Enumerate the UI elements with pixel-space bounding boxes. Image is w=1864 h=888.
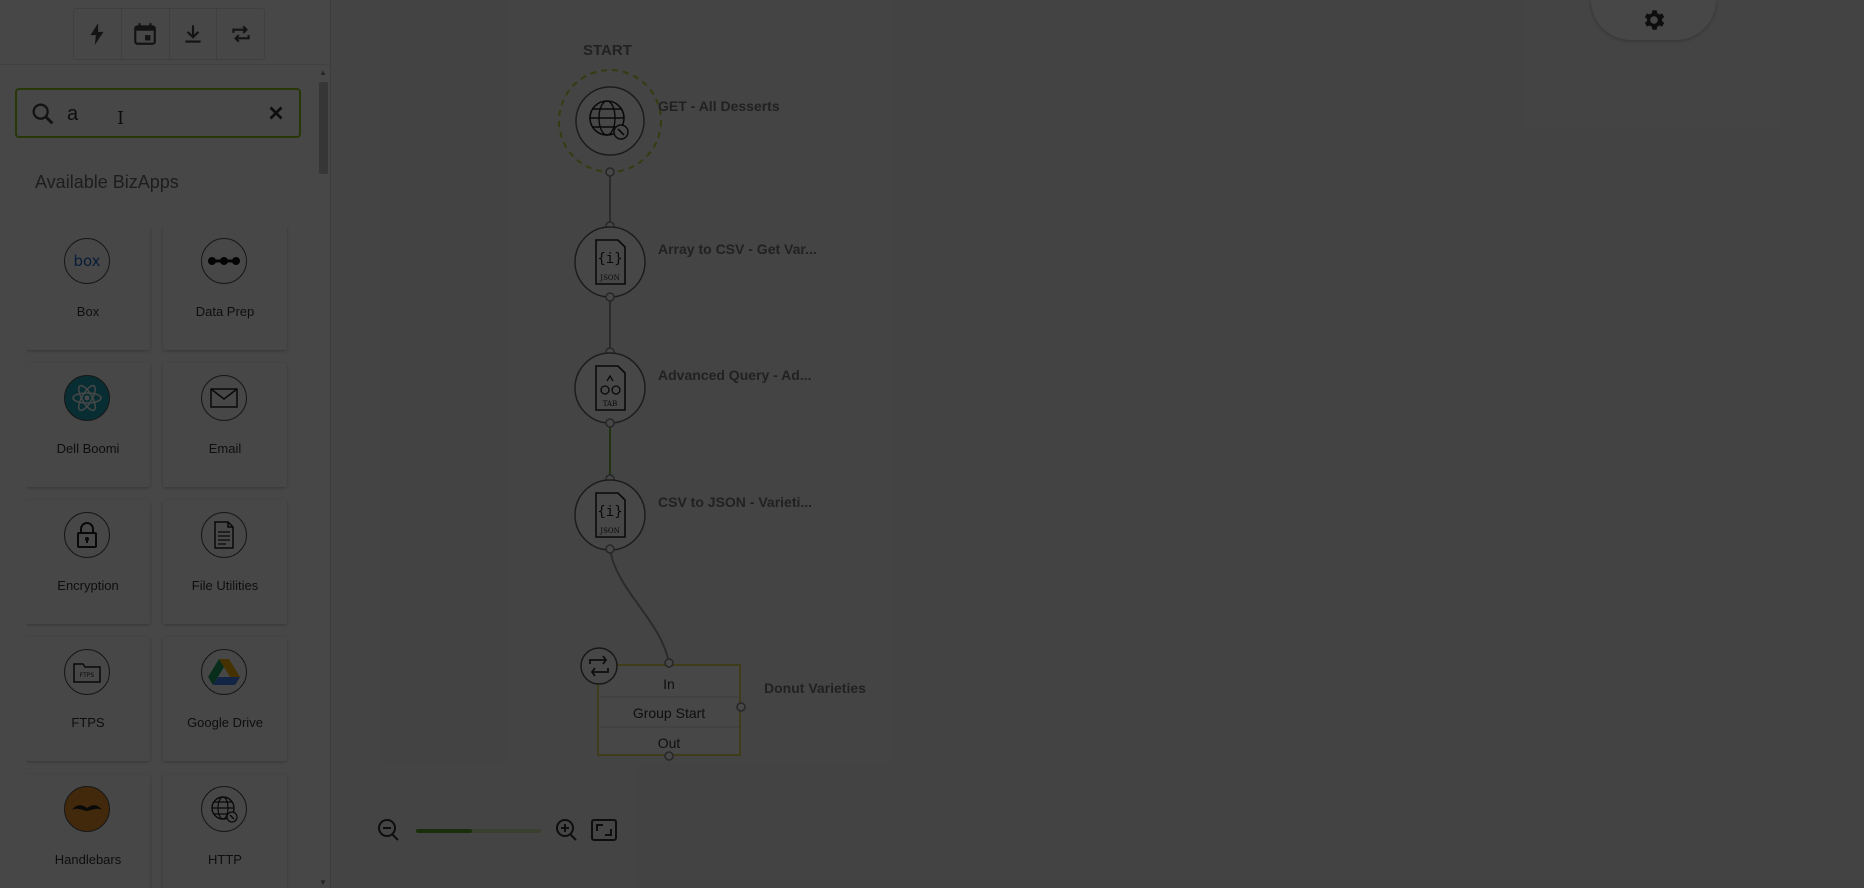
port[interactable] — [605, 544, 615, 554]
repeat-icon — [231, 25, 250, 43]
file-icon — [201, 512, 247, 558]
connector-4 — [609, 548, 670, 664]
bizapp-card-encryption[interactable]: Encryption — [26, 500, 150, 624]
bizapps-sidebar: I Available BizApps ▲ ▼ box Box Data Pre… — [0, 0, 331, 888]
sidebar-scrollbar[interactable] — [317, 68, 329, 888]
bizapp-label: Dell Boomi — [56, 441, 120, 456]
node-label-array-to-csv[interactable]: Array to CSV - Get Var... — [658, 241, 817, 257]
port[interactable] — [664, 658, 674, 668]
google-drive-icon — [201, 649, 247, 695]
data-prep-icon — [201, 238, 247, 284]
node-advanced-query[interactable]: TAB — [574, 352, 646, 424]
clear-search-icon[interactable] — [265, 102, 287, 124]
bizapp-card-dell-boomi[interactable]: Dell Boomi — [26, 363, 150, 487]
bizapp-card-google-drive[interactable]: Google Drive — [163, 637, 287, 761]
group-row-group-start[interactable]: Group Start — [598, 699, 740, 727]
lock-icon — [64, 512, 110, 558]
box-logo-text: box — [73, 252, 101, 270]
bizapp-label: Encryption — [57, 578, 119, 593]
zoom-slider-fill — [416, 829, 473, 833]
svg-text:{i}: {i} — [597, 251, 622, 267]
toolbar-divider — [0, 64, 331, 65]
group-row-in[interactable]: In — [598, 670, 740, 698]
bizapp-card-box[interactable]: box Box — [26, 226, 150, 350]
text-cursor-icon: I — [117, 108, 125, 129]
json-badge: JSON — [599, 527, 619, 535]
bizapp-label: Data Prep — [195, 304, 255, 319]
trigger-button[interactable] — [74, 9, 122, 59]
scroll-up-arrow-icon[interactable]: ▲ — [319, 68, 327, 77]
bizapp-card-ftps[interactable]: FTPS FTPS — [26, 637, 150, 761]
port[interactable] — [605, 167, 615, 177]
start-label: START — [583, 42, 632, 59]
bizapp-grid: box Box Data Prep Dell Boomi Email Encry… — [26, 226, 306, 888]
loop-button[interactable] — [217, 9, 264, 59]
tab-badge: TAB — [603, 400, 618, 408]
node-label-advanced-query[interactable]: Advanced Query - Ad... — [658, 367, 812, 383]
download-icon — [185, 25, 201, 43]
bizapp-label: HTTP — [208, 852, 242, 867]
handlebars-icon — [64, 786, 110, 832]
section-title: Available BizApps — [35, 172, 179, 192]
bizapp-label: Handlebars — [54, 852, 122, 867]
node-label-csv-to-json[interactable]: CSV to JSON - Varieti... — [658, 494, 812, 510]
node-get-all-desserts[interactable] — [575, 86, 645, 156]
bizapp-label: Box — [76, 304, 100, 319]
group-label[interactable]: Donut Varieties — [764, 680, 866, 696]
tab-file-icon: TAB — [595, 365, 626, 411]
search-box — [15, 88, 301, 138]
sidebar-toolbar — [73, 8, 265, 60]
node-csv-to-json[interactable]: {i} JSON — [574, 479, 646, 551]
gear-icon — [1644, 10, 1664, 30]
bizapp-card-data-prep[interactable]: Data Prep — [163, 226, 287, 350]
node-label-get-all-desserts[interactable]: GET - All Desserts — [658, 98, 780, 114]
schedule-button[interactable] — [122, 9, 170, 59]
box-icon: box — [64, 238, 110, 284]
bizapp-label: File Utilities — [191, 578, 259, 593]
bizapp-card-handlebars[interactable]: Handlebars — [26, 774, 150, 888]
ftps-folder-text: FTPS — [80, 672, 95, 679]
flow-canvas[interactable]: {i} JSON TAB {i} JSON START GET - All De… — [331, 0, 1864, 888]
lightning-icon — [90, 23, 104, 45]
bizapp-label: Google Drive — [187, 715, 263, 730]
search-input[interactable] — [65, 98, 269, 130]
json-badge: JSON — [599, 274, 619, 282]
bizapp-card-http[interactable]: HTTP — [163, 774, 287, 888]
email-icon — [201, 375, 247, 421]
bizapp-label: Email — [208, 441, 242, 456]
port[interactable] — [605, 418, 615, 428]
http-globe-icon — [201, 786, 247, 832]
json-file-icon: {i} JSON — [595, 492, 626, 538]
dell-boomi-icon — [64, 375, 110, 421]
json-file-icon: {i} JSON — [595, 239, 626, 285]
ftps-folder-icon: FTPS — [64, 649, 110, 695]
flow-diagram: {i} JSON TAB {i} JSON — [378, 69, 746, 841]
zoom-controls — [376, 816, 636, 846]
bizapp-label: FTPS — [71, 715, 105, 730]
import-button[interactable] — [170, 9, 218, 59]
scroll-down-arrow-icon[interactable]: ▼ — [319, 878, 327, 887]
port[interactable] — [605, 292, 615, 302]
group-row-out[interactable]: Out — [598, 729, 740, 757]
svg-text:{i}: {i} — [597, 504, 622, 520]
calendar-icon — [134, 23, 156, 45]
scrollbar-thumb[interactable] — [319, 82, 328, 174]
search-icon — [32, 103, 54, 125]
bizapp-card-file-utilities[interactable]: File Utilities — [163, 500, 287, 624]
bizapp-card-email[interactable]: Email — [163, 363, 287, 487]
node-array-to-csv[interactable]: {i} JSON — [574, 226, 646, 298]
